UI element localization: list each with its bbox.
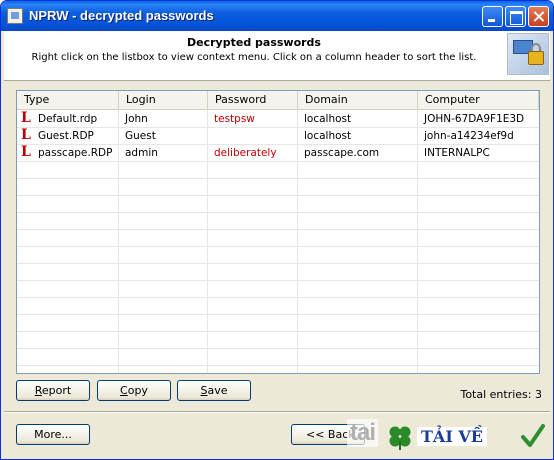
- clover-icon: [389, 426, 411, 450]
- cell-type-text: Default.rdp: [38, 113, 98, 125]
- cell-computer: INTERNALPC: [424, 147, 490, 159]
- column-header-type[interactable]: Type: [17, 91, 119, 110]
- cell-type: L Guest.RDP: [17, 128, 118, 145]
- cell-password: deliberately: [214, 147, 277, 159]
- footer-separator: [4, 411, 550, 413]
- report-button-accel: R: [34, 384, 42, 397]
- table-row[interactable]: Lpasscape.RDP admin deliberately passcap…: [17, 145, 539, 162]
- cell-password: testpsw: [214, 113, 255, 125]
- cell-type: Lpasscape.RDP: [17, 145, 118, 162]
- cell-login: Guest: [125, 130, 156, 142]
- total-entries-label: Total entries: 3: [460, 388, 542, 401]
- close-button[interactable]: [528, 6, 549, 27]
- cell-domain: localhost: [304, 113, 352, 125]
- copy-button-label: opy: [127, 384, 148, 397]
- table-row[interactable]: L Default.rdp John testpsw localhost JOHN…: [17, 111, 539, 128]
- title-bar[interactable]: NPRW - decrypted passwords: [1, 1, 553, 31]
- password-listbox[interactable]: Type Login Password Domain Computer L Def…: [16, 90, 540, 374]
- minimize-button[interactable]: [482, 6, 503, 27]
- watermark-tai-text: tai: [347, 419, 379, 447]
- main-window: NPRW - decrypted passwords Decrypted pas…: [0, 0, 554, 460]
- monitor-lock-icon: [507, 33, 549, 75]
- cell-computer: JOHN-67DA9F1E3D: [424, 113, 525, 125]
- report-button[interactable]: Report: [16, 380, 90, 401]
- cell-login: John: [125, 113, 148, 125]
- copy-button-accel: C: [120, 384, 128, 397]
- more-button[interactable]: More...: [16, 424, 90, 445]
- cell-domain: passcape.com: [304, 147, 380, 159]
- cell-type-text: passcape.RDP: [38, 147, 113, 159]
- cell-login: admin: [125, 147, 158, 159]
- cell-domain: localhost: [304, 130, 352, 142]
- rdp-file-icon: L: [21, 145, 31, 160]
- watermark-logo: tai TẢI VỀ: [347, 417, 547, 459]
- app-icon[interactable]: [7, 8, 23, 24]
- cell-password: [208, 128, 297, 145]
- header-subtitle: Right click on the listbox to view conte…: [31, 52, 477, 63]
- window-title: NPRW - decrypted passwords: [29, 8, 214, 23]
- save-button-label: ave: [207, 384, 228, 397]
- column-header-row: Type Login Password Domain Computer: [17, 91, 539, 110]
- column-header-password[interactable]: Password: [208, 91, 298, 110]
- column-header-domain[interactable]: Domain: [298, 91, 418, 110]
- copy-button[interactable]: Copy: [97, 380, 171, 401]
- header-title: Decrypted passwords: [187, 36, 321, 49]
- cell-type: L Default.rdp: [17, 111, 118, 128]
- lock-icon-part: [528, 51, 544, 65]
- cell-computer: john-a14234ef9d: [424, 130, 514, 142]
- column-header-computer[interactable]: Computer: [418, 91, 539, 110]
- cell-type-text: Guest.RDP: [38, 130, 94, 142]
- column-header-login[interactable]: Login: [119, 91, 208, 110]
- header-panel: Decrypted passwords Right click on the l…: [4, 31, 550, 81]
- report-button-label: eport: [41, 384, 72, 397]
- rdp-file-icon: L: [21, 111, 31, 126]
- maximize-button[interactable]: [505, 6, 526, 27]
- rdp-file-icon: L: [21, 128, 31, 143]
- watermark-text: TẢI VỀ: [417, 427, 487, 446]
- table-row[interactable]: L Guest.RDP Guest localhost john-a14234ef…: [17, 128, 539, 145]
- save-button[interactable]: Save: [177, 380, 251, 401]
- checkmark-icon: [521, 424, 545, 447]
